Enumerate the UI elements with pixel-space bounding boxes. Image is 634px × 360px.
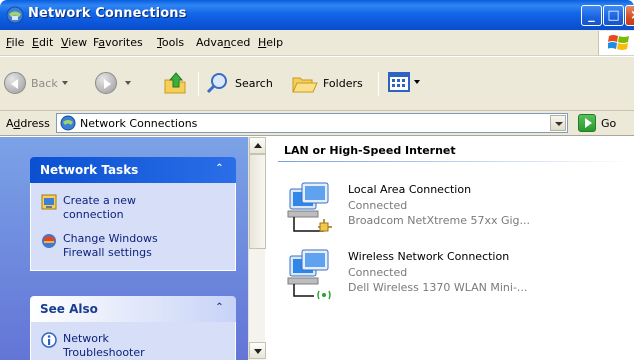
connection-device: Dell Wireless 1370 WLAN Mini-...	[348, 281, 528, 294]
network-connections-icon	[60, 115, 76, 131]
search-label: Search	[235, 76, 273, 90]
connections-pane: LAN or High-Speed Internet Local Area Co…	[266, 137, 634, 360]
search-icon	[206, 73, 227, 94]
collapse-chevron-icon[interactable]: ⌃	[211, 161, 228, 178]
group-header: LAN or High-Speed Internet	[284, 144, 456, 157]
menu-advanced[interactable]: Advanced	[196, 36, 250, 49]
new-connection-icon	[41, 194, 57, 210]
address-label: Address	[6, 117, 50, 130]
back-arrow-icon	[4, 72, 26, 94]
windows-logo-icon	[598, 31, 634, 55]
up-folder-icon	[164, 72, 186, 94]
toolbar-separator	[378, 72, 379, 96]
wireless-connection-icon	[287, 249, 331, 300]
firewall-icon	[42, 234, 56, 248]
toolbar: Back Search Folders	[0, 57, 634, 111]
address-dropdown-button[interactable]	[550, 115, 566, 131]
collapse-chevron-icon[interactable]: ⌃	[211, 300, 228, 317]
forward-dropdown-icon	[125, 81, 131, 85]
menu-help[interactable]: Help	[258, 36, 283, 49]
address-value: Network Connections	[80, 116, 198, 130]
connection-status: Connected	[348, 199, 408, 212]
menu-file[interactable]: File	[6, 36, 24, 49]
views-icon	[388, 72, 410, 92]
scroll-down-button[interactable]	[249, 342, 266, 359]
network-tasks-body: Create a new connection Change Windows F…	[30, 183, 236, 271]
go-label: Go	[601, 116, 617, 130]
back-button[interactable]: Back	[4, 72, 68, 94]
network-tasks-header[interactable]: Network Tasks ⌃	[30, 157, 236, 183]
back-dropdown-icon	[61, 81, 68, 85]
title-bar[interactable]: Network Connections _ □ ×	[0, 0, 634, 30]
task-pane-scrollbar[interactable]	[248, 137, 266, 360]
search-button[interactable]: Search	[206, 71, 273, 95]
address-bar: Address Network Connections Go	[0, 111, 634, 136]
address-input[interactable]: Network Connections	[56, 113, 568, 133]
network-connections-icon	[6, 6, 24, 24]
task-change-firewall[interactable]: Change Windows Firewall settings	[41, 232, 181, 260]
see-also-body: Network Troubleshooter	[30, 322, 236, 360]
maximize-button[interactable]: □	[603, 5, 624, 26]
connection-item-lan[interactable]: Local Area Connection Connected Broadcom…	[284, 181, 624, 243]
toolbar-separator	[198, 72, 199, 96]
menu-tools[interactable]: Tools	[157, 36, 184, 49]
scroll-up-button[interactable]	[249, 137, 266, 154]
folders-icon	[292, 77, 318, 93]
lan-connection-icon	[287, 182, 332, 232]
menu-favorites[interactable]: Favorites	[93, 36, 143, 49]
up-folder-button[interactable]	[163, 70, 189, 96]
back-label: Back	[31, 76, 58, 90]
connection-name: Local Area Connection	[348, 183, 472, 196]
minimize-button[interactable]: _	[581, 5, 602, 26]
views-dropdown-icon	[414, 80, 420, 84]
group-divider	[278, 161, 634, 162]
folders-label: Folders	[323, 76, 363, 90]
connection-name: Wireless Network Connection	[348, 250, 510, 263]
menu-view[interactable]: View	[61, 36, 87, 49]
menu-bar: File Edit View Favorites Tools Advanced …	[0, 30, 634, 56]
window-title: Network Connections	[28, 6, 187, 21]
see-also-header[interactable]: See Also ⌃	[30, 296, 236, 322]
close-button[interactable]: ×	[625, 5, 634, 26]
task-create-connection[interactable]: Create a new connection	[41, 194, 183, 222]
task-pane: Network Tasks ⌃ Create a new connection …	[0, 137, 248, 360]
menu-edit[interactable]: Edit	[32, 36, 53, 49]
folders-button[interactable]: Folders	[292, 71, 363, 95]
go-button[interactable]: Go	[578, 114, 616, 132]
forward-arrow-icon	[95, 72, 117, 94]
see-also-title: See Also	[40, 302, 98, 316]
connection-item-wireless[interactable]: Wireless Network Connection Connected De…	[284, 248, 624, 310]
views-button[interactable]	[388, 71, 420, 93]
connection-status: Connected	[348, 266, 408, 279]
task-network-troubleshooter[interactable]: Network Troubleshooter	[41, 332, 145, 360]
connection-device: Broadcom NetXtreme 57xx Gig...	[348, 214, 531, 227]
scroll-thumb[interactable]	[249, 154, 266, 249]
info-icon	[41, 332, 57, 348]
network-tasks-title: Network Tasks	[40, 163, 139, 177]
forward-button[interactable]	[95, 72, 131, 94]
go-arrow-icon	[578, 114, 596, 132]
